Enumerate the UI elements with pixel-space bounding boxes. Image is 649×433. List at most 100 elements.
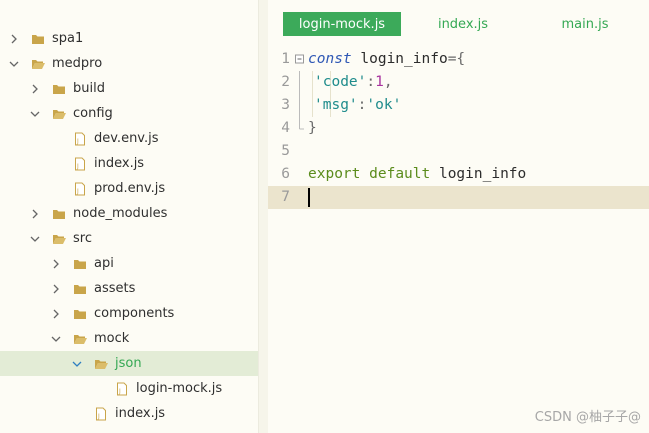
folder-icon [31,32,45,46]
tree-item-dev-env-js[interactable]: J dev.env.js [0,126,258,151]
code-token: login_info [351,51,448,67]
folder-open-icon [94,357,108,371]
code-token: ={ [447,51,466,67]
tree-item-label: prod.env.js [94,181,166,196]
chevron-right-icon[interactable] [29,83,41,95]
chevron-down-icon[interactable] [71,358,83,370]
code-line[interactable]: 4} [268,117,649,140]
chevron-right-icon[interactable] [50,308,62,320]
line-number: 3 [281,97,290,113]
chevron-down-icon[interactable] [29,233,41,245]
watermark: CSDN @柚子子@ [534,410,641,425]
tree-item-components[interactable]: components [0,301,258,326]
tree-item-config[interactable]: config [0,101,258,126]
tab-bar: login-mock.js index.js main.js [268,0,649,44]
code-token: default [369,166,431,182]
tree-item-label: dev.env.js [94,131,159,146]
tree-item-index-js[interactable]: J index.js [0,151,258,176]
code-area[interactable]: 1 const login_info={ 2 'code':1, 3 'msg':'ok'… [268,48,649,433]
code-line[interactable]: 5 [268,140,649,163]
code-editor: login-mock.js index.js main.js 1 const lo… [268,0,649,433]
fold-toggle-icon[interactable] [295,48,304,71]
tree-item-label: config [73,106,113,121]
chevron-right-icon[interactable] [50,258,62,270]
code-token: export [308,166,361,182]
chevron-down-icon[interactable] [8,58,20,70]
line-number: 7 [281,189,290,205]
chevron-down-icon[interactable] [50,333,62,345]
file-explorer: spa1 medpro build config J dev.env.js J … [0,0,258,433]
tree-item-label: assets [94,281,136,296]
line-number: 4 [281,120,290,136]
tree-item-mock[interactable]: mock [0,326,258,351]
tree-item-build[interactable]: build [0,76,258,101]
code-line[interactable]: 6 export default login_info [268,163,649,186]
indent-guide [312,71,313,94]
tree-item-node-modules[interactable]: node_modules [0,201,258,226]
sidebar-scrollbar[interactable] [258,0,268,433]
chevron-right-icon[interactable] [8,33,20,45]
tree-item-label: build [73,81,105,96]
chevron-down-icon[interactable] [29,108,41,120]
js-file-icon: J [73,132,87,146]
line-number: 1 [281,51,290,67]
svg-text:J: J [76,188,79,195]
chevron-right-icon[interactable] [50,283,62,295]
tree-item-label: json [115,356,142,371]
tree-item-src[interactable]: src [0,226,258,251]
tree-item-spa1[interactable]: spa1 [0,26,258,51]
folder-icon [73,307,87,321]
svg-text:J: J [76,163,79,170]
svg-text:J: J [97,413,100,420]
code-line[interactable]: 2 'code':1, [268,71,649,94]
code-token: 'code' [314,74,367,90]
tree-item-label: components [94,306,175,321]
folder-icon [73,257,87,271]
tree-item-assets[interactable]: assets [0,276,258,301]
line-number: 2 [281,74,290,90]
code-token: 'ok' [366,97,402,113]
folder-open-icon [52,107,66,121]
tree-item-login-mock-js[interactable]: J login-mock.js [0,376,258,401]
code-text: const login_info={ [308,48,465,71]
folder-icon [73,282,87,296]
tree-item-index-js[interactable]: J index.js [0,401,258,426]
tab-index-js[interactable]: index.js [418,12,508,36]
js-file-icon: J [94,407,108,421]
svg-text:J: J [118,388,121,395]
svg-text:J: J [76,138,79,145]
tree-item-label: index.js [115,406,166,421]
tree-item-label: login-mock.js [136,381,223,396]
js-file-icon: J [73,182,87,196]
fold-line-icon [295,94,304,117]
tab-main-js[interactable]: main.js [550,12,620,36]
text-cursor [308,188,310,207]
code-line[interactable]: 1 const login_info={ [268,48,649,71]
tree-item-medpro[interactable]: medpro [0,51,258,76]
tree-item-label: src [73,231,92,246]
tab-login-mock-js[interactable]: login-mock.js [283,12,401,36]
code-token: login_info [430,166,527,182]
code-text: 'code':1, [314,71,393,94]
fold-line-icon [295,71,304,94]
folder-icon [52,207,66,221]
fold-end-icon [295,117,304,140]
tree-item-label: node_modules [73,206,168,221]
tree-item-prod-env-js[interactable]: J prod.env.js [0,176,258,201]
js-file-icon: J [115,382,129,396]
tree-item-api[interactable]: api [0,251,258,276]
code-text: 'msg':'ok' [314,94,401,117]
code-token: , [383,74,393,90]
line-number: 5 [281,143,290,159]
tree-item-label: spa1 [52,31,84,46]
folder-open-icon [52,232,66,246]
code-token: } [308,120,317,136]
chevron-right-icon[interactable] [29,208,41,220]
tree-item-label: api [94,256,114,271]
code-line[interactable]: 7 [268,186,649,209]
tree-item-label: mock [94,331,130,346]
tree-item-json[interactable]: json [0,351,258,376]
code-line[interactable]: 3 'msg':'ok' [268,94,649,117]
indent-guide [312,94,313,117]
